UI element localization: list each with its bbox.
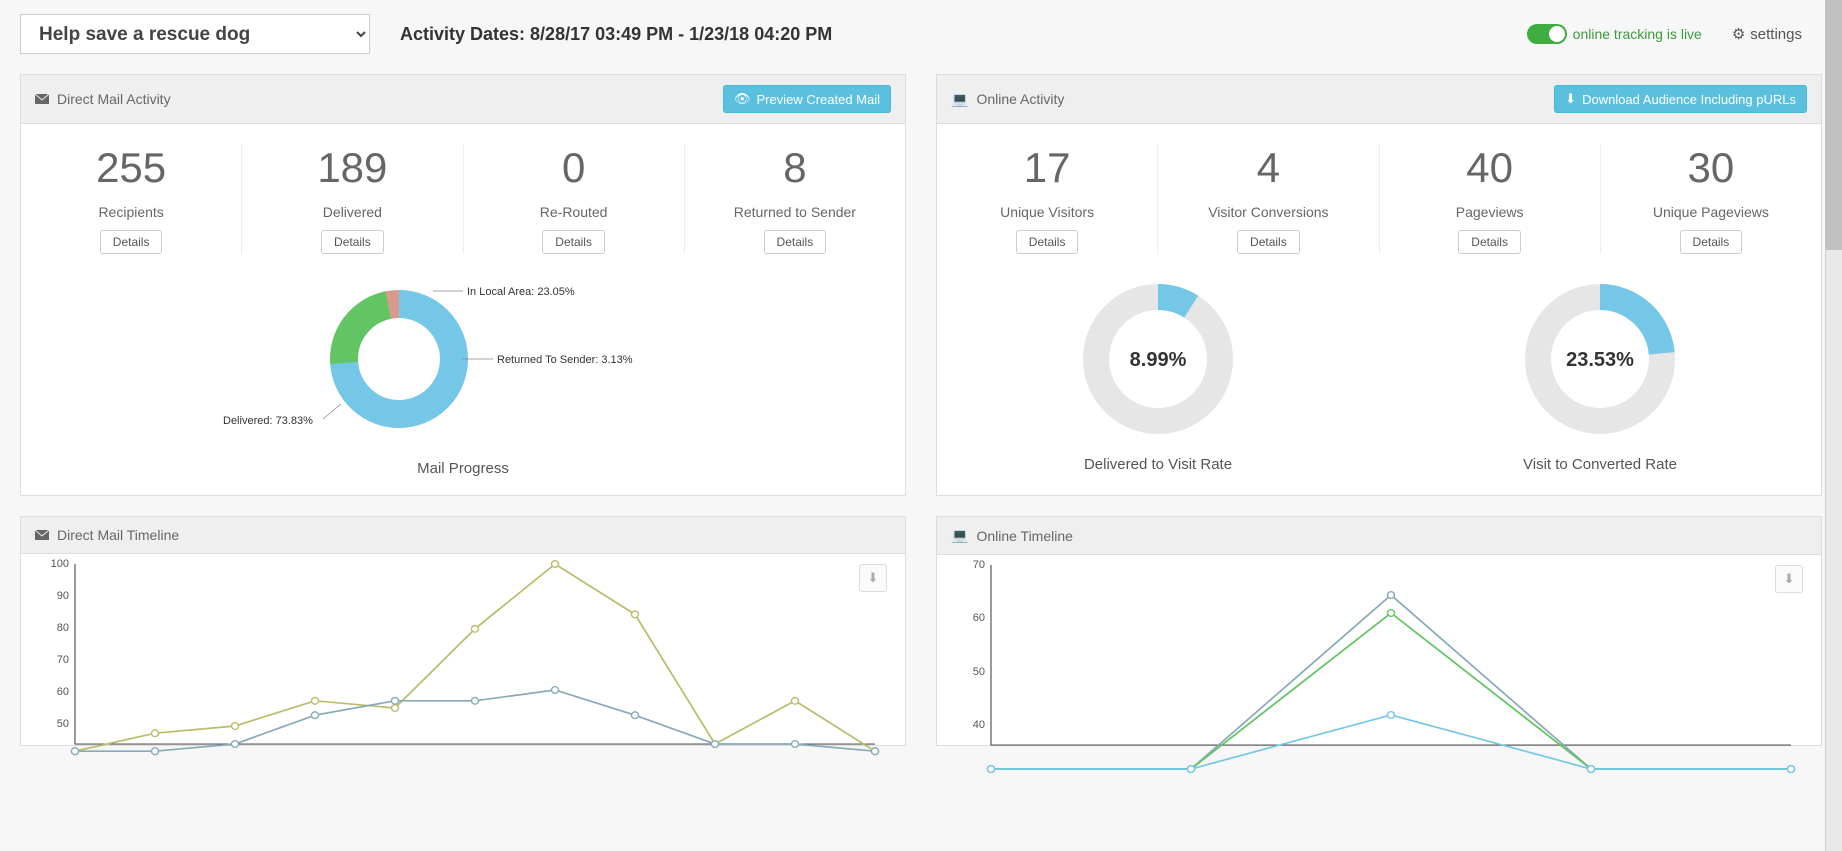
metric-delivered: 189 Delivered Details [242,144,463,254]
metric-label: Unique Visitors [943,204,1151,220]
metric-returned: 8 Returned to Sender Details [685,144,905,254]
metric-value: 17 [943,144,1151,192]
direct-mail-activity-panel: Direct Mail Activity 👁 Preview Created M… [20,74,906,496]
metric-value: 0 [470,144,678,192]
metric-label: Pageviews [1386,204,1594,220]
metric-unique-visitors: 17 Unique Visitors Details [937,144,1158,254]
gear-icon: ⚙ [1732,25,1745,43]
metric-unique-pageviews: 30 Unique Pageviews Details [1601,144,1821,254]
tracking-toggle[interactable]: online tracking is live [1527,24,1702,44]
online-activity-panel: 💻 Online Activity ⬇ Download Audience In… [936,74,1822,496]
metric-pageviews: 40 Pageviews Details [1380,144,1601,254]
metric-label: Recipients [27,204,235,220]
button-label: Preview Created Mail [756,92,880,107]
details-button[interactable]: Details [1680,230,1743,254]
activity-dates: Activity Dates: 8/28/17 03:49 PM - 1/23/… [400,24,832,45]
panel-title: Online Timeline [976,528,1073,544]
metric-label: Re-Routed [470,204,678,220]
details-button[interactable]: Details [1237,230,1300,254]
metric-label: Returned to Sender [691,204,899,220]
delivered-to-visit-rate: 8.99% Delivered to Visit Rate [937,274,1379,473]
metric-value: 189 [248,144,456,192]
svg-text:23.53%: 23.53% [1566,349,1634,371]
online-timeline-panel: 💻 Online Timeline ⬇ 40506070 [936,516,1822,746]
metric-visitor-conversions: 4 Visitor Conversions Details [1158,144,1379,254]
mail-progress-chart: In Local Area: 23.05% Returned To Sender… [21,264,905,454]
campaign-select[interactable]: Help save a rescue dog [20,14,370,54]
online-timeline-chart: ⬇ 40506070 [937,555,1821,745]
preview-created-mail-button[interactable]: 👁 Preview Created Mail [723,85,891,113]
metric-value: 30 [1607,144,1815,192]
metric-value: 4 [1164,144,1372,192]
toggle-switch-icon [1527,24,1567,44]
details-button[interactable]: Details [1016,230,1079,254]
panel-title: Online Activity [976,91,1064,107]
donut-label-local: In Local Area: 23.05% [467,286,575,298]
rate-label: Delivered to Visit Rate [937,456,1379,473]
metric-value: 8 [691,144,899,192]
details-button[interactable]: Details [542,230,605,254]
laptop-icon: 💻 [951,527,968,544]
laptop-icon: 💻 [951,91,968,108]
direct-mail-timeline-panel: Direct Mail Timeline ⬇ 5060708090100 [20,516,906,746]
direct-mail-timeline-chart: ⬇ 5060708090100 [21,554,905,744]
metric-label: Delivered [248,204,456,220]
metric-rerouted: 0 Re-Routed Details [464,144,685,254]
donut-label-delivered: Delivered: 73.83% [223,415,313,427]
details-button[interactable]: Details [100,230,163,254]
settings-link[interactable]: ⚙ settings [1732,25,1802,43]
tracking-toggle-label: online tracking is live [1573,26,1702,42]
svg-text:8.99%: 8.99% [1130,349,1187,371]
details-button[interactable]: Details [764,230,827,254]
eye-icon: 👁 [734,91,751,107]
metric-value: 255 [27,144,235,192]
panel-title: Direct Mail Activity [57,91,171,107]
rate-label: Visit to Converted Rate [1379,456,1821,473]
download-icon: ⬇ [1565,91,1576,107]
metric-label: Visitor Conversions [1164,204,1372,220]
metric-label: Unique Pageviews [1607,204,1815,220]
envelope-icon [35,530,49,540]
visit-to-converted-rate: 23.53% Visit to Converted Rate [1379,274,1821,473]
scrollbar-thumb[interactable] [1825,0,1842,250]
donut-label-returned: Returned To Sender: 3.13% [497,354,633,366]
button-label: Download Audience Including pURLs [1582,92,1796,107]
details-button[interactable]: Details [1458,230,1521,254]
metric-recipients: 255 Recipients Details [21,144,242,254]
details-button[interactable]: Details [321,230,384,254]
metric-value: 40 [1386,144,1594,192]
envelope-icon [35,94,49,104]
download-audience-button[interactable]: ⬇ Download Audience Including pURLs [1554,85,1807,113]
settings-link-label: settings [1750,26,1802,43]
vertical-scrollbar[interactable] [1825,0,1842,851]
top-bar: Help save a rescue dog Activity Dates: 8… [20,14,1822,54]
mail-progress-title: Mail Progress [21,454,905,495]
panel-title: Direct Mail Timeline [57,527,179,543]
